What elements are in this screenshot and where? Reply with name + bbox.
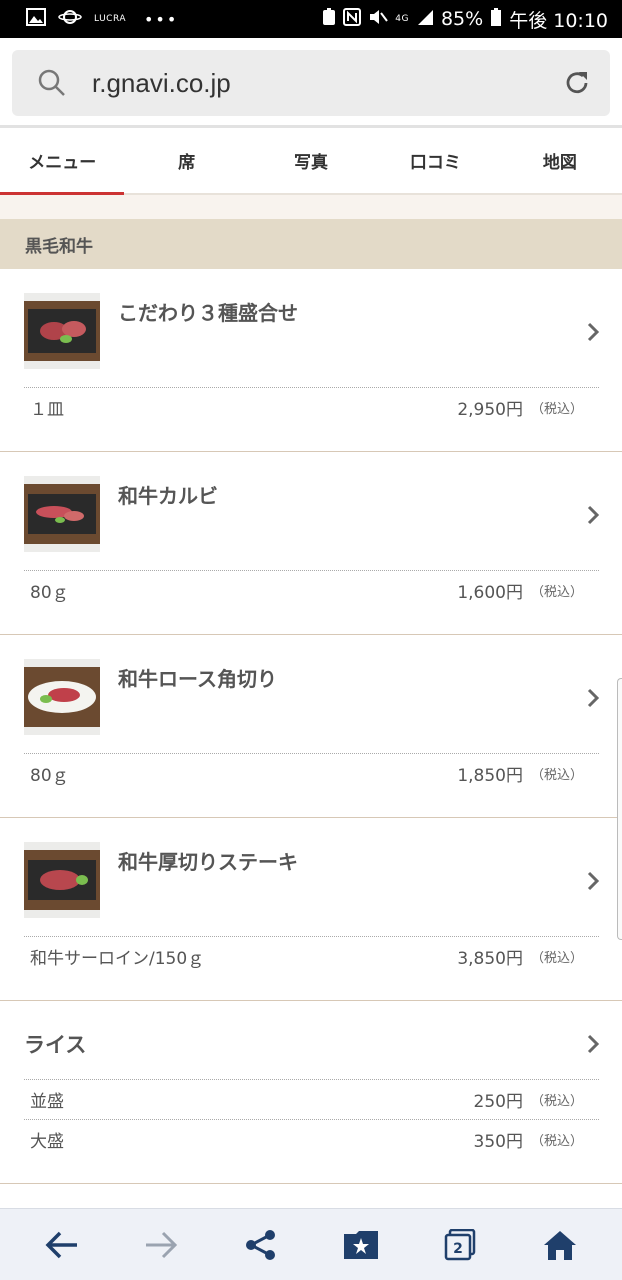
clock: 午後 10:10: [509, 9, 608, 32]
item-name: 和牛ロース角切り: [118, 667, 277, 691]
more-notifications-icon: •••: [143, 9, 179, 29]
tax-label: （税込）: [530, 950, 583, 966]
browser-bottom-nav: 2: [0, 1208, 622, 1280]
search-icon: [34, 65, 70, 101]
chevron-right-icon: [586, 504, 600, 526]
url-text[interactable]: r.gnavi.co.jp: [92, 68, 231, 99]
price-row: 80ｇ 1,600円 （税込）: [24, 571, 599, 609]
menu-item[interactable]: 和牛厚切りステーキ 和牛サーロイン/150ｇ 3,850円 （税込）: [0, 818, 622, 1001]
status-right: 4G 85% 午後 10:10: [322, 6, 608, 33]
network-type: 4G: [395, 14, 409, 24]
signal-icon: [416, 8, 434, 31]
menu-item[interactable]: こだわり３種盛合せ １皿 2,950円 （税込）: [0, 269, 622, 452]
planet-icon: [58, 8, 82, 31]
food-thumbnail: [24, 842, 100, 918]
shop-tabs: メニュー 席 写真 口コミ 地図: [0, 128, 622, 195]
tab-photos[interactable]: 写真: [249, 128, 373, 193]
back-arrow-icon[interactable]: [34, 1217, 90, 1273]
chevron-right-icon: [586, 1033, 600, 1055]
status-left: LUCRA •••: [26, 7, 179, 31]
battery-saver-icon: [322, 7, 336, 31]
item-quantity: 80ｇ: [30, 765, 69, 786]
tab-count: 2: [454, 1241, 464, 1257]
price-row: 80ｇ 1,850円 （税込）: [24, 754, 599, 792]
share-icon[interactable]: [233, 1217, 289, 1273]
chevron-right-icon: [586, 870, 600, 892]
tabs-icon[interactable]: 2: [432, 1217, 488, 1273]
item-price: 3,850円: [457, 948, 523, 969]
menu-item[interactable]: 和牛カルビ 80ｇ 1,600円 （税込）: [0, 452, 622, 635]
menu-item-rice[interactable]: ライス 並盛 250円 （税込） 大盛 350円 （税込）: [0, 1001, 622, 1184]
tab-reviews[interactable]: 口コミ: [373, 128, 497, 193]
battery-percent: 85%: [440, 8, 484, 30]
bookmarks-icon[interactable]: [333, 1217, 389, 1273]
home-icon[interactable]: [532, 1217, 588, 1273]
item-name: こだわり３種盛合せ: [118, 301, 298, 325]
item-name: ライス: [24, 1033, 87, 1057]
chevron-right-icon: [586, 687, 600, 709]
item-quantity: 80ｇ: [30, 582, 69, 603]
item-quantity: 和牛サーロイン/150ｇ: [30, 948, 205, 969]
tab-menu[interactable]: メニュー: [0, 128, 125, 195]
option-price: 350円: [473, 1131, 523, 1152]
item-name: 和牛カルビ: [118, 484, 218, 508]
option-label: 並盛: [30, 1091, 64, 1112]
scrollbar[interactable]: [617, 678, 622, 940]
food-thumbnail: [24, 476, 100, 552]
option-price: 250円: [473, 1091, 523, 1112]
mute-icon: [368, 8, 389, 31]
forward-arrow-icon[interactable]: [133, 1217, 189, 1273]
tax-label: （税込）: [530, 767, 583, 783]
food-thumbnail: [24, 659, 100, 735]
price-row: 和牛サーロイン/150ｇ 3,850円 （税込）: [24, 937, 599, 975]
item-price: 2,950円: [457, 399, 523, 420]
item-price: 1,600円: [457, 582, 523, 603]
menu-item[interactable]: 和牛ロース角切り 80ｇ 1,850円 （税込）: [0, 635, 622, 818]
item-name: 和牛厚切りステーキ: [118, 850, 298, 874]
category-header: 黒毛和牛: [0, 219, 622, 269]
tax-label: （税込）: [530, 1133, 583, 1149]
item-quantity: １皿: [30, 399, 64, 420]
gallery-icon: [26, 7, 46, 31]
option-label: 大盛: [30, 1131, 64, 1152]
nfc-icon: [343, 7, 362, 31]
price-row: 大盛 350円 （税込）: [24, 1120, 599, 1158]
food-thumbnail: [24, 293, 100, 369]
tax-label: （税込）: [530, 401, 583, 417]
tax-label: （税込）: [530, 1093, 583, 1109]
reload-icon[interactable]: [562, 68, 592, 98]
tab-map[interactable]: 地図: [498, 128, 622, 193]
price-row: 並盛 250円 （税込）: [24, 1080, 599, 1118]
tax-label: （税込）: [530, 584, 583, 600]
browser-toolbar: r.gnavi.co.jp: [0, 38, 622, 128]
status-bar: LUCRA ••• 4G 85% 午後 10:10: [0, 0, 622, 38]
chevron-right-icon: [586, 321, 600, 343]
battery-icon: [490, 7, 502, 32]
tab-shadow: [0, 195, 622, 219]
address-bar[interactable]: r.gnavi.co.jp: [12, 50, 610, 116]
item-price: 1,850円: [457, 765, 523, 786]
carrier-label: LUCRA: [94, 14, 126, 24]
price-row: １皿 2,950円 （税込）: [24, 388, 599, 426]
tab-seats[interactable]: 席: [124, 128, 248, 193]
